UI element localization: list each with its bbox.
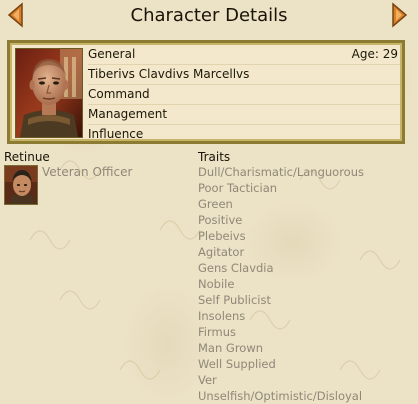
trait-item[interactable]: Ver [198, 372, 413, 388]
character-age: Age: 29 [351, 47, 398, 61]
trait-item[interactable]: Poor Tactician [198, 180, 413, 196]
trait-item[interactable]: Agitator [198, 244, 413, 260]
page-title: Character Details [130, 5, 288, 26]
influence-attribute[interactable]: Influence [88, 125, 400, 144]
trait-item[interactable]: Dull/Charismatic/Languorous [198, 164, 413, 180]
next-character-button[interactable] [389, 2, 409, 28]
trait-item[interactable]: Well Supplied [198, 356, 413, 372]
character-portrait[interactable] [15, 48, 83, 138]
trait-item[interactable]: Nobile [198, 276, 413, 292]
trait-item[interactable]: Firmus [198, 324, 413, 340]
character-info-panel: General Tiberivs Clavdivs Marcellvs Comm… [7, 40, 405, 144]
trait-item[interactable]: Plebeivs [198, 228, 413, 244]
retinue-heading: Retinue [4, 150, 50, 164]
veteran-officer-icon [4, 165, 38, 205]
trait-item[interactable]: Unselfish/Optimistic/Disloyal [198, 388, 413, 404]
trait-item[interactable]: Insolens [198, 308, 413, 324]
trait-item[interactable]: Positive [198, 212, 413, 228]
trait-item[interactable]: Man Grown [198, 340, 413, 356]
trait-item[interactable]: Self Publicist [198, 292, 413, 308]
header-bar: Character Details [0, 0, 418, 36]
traits-heading: Traits [198, 150, 231, 164]
management-attribute[interactable]: Management [88, 105, 400, 125]
character-name: Tiberivs Clavdivs Marcellvs [88, 65, 400, 85]
retinue-item-label: Veteran Officer [42, 165, 133, 179]
traits-list: Dull/Charismatic/Languorous Poor Tactici… [198, 164, 413, 404]
command-attribute[interactable]: Command [88, 85, 400, 105]
arrow-right-icon [392, 2, 408, 28]
trait-item[interactable]: Green [198, 196, 413, 212]
trait-item[interactable]: Gens Clavdia [198, 260, 413, 276]
